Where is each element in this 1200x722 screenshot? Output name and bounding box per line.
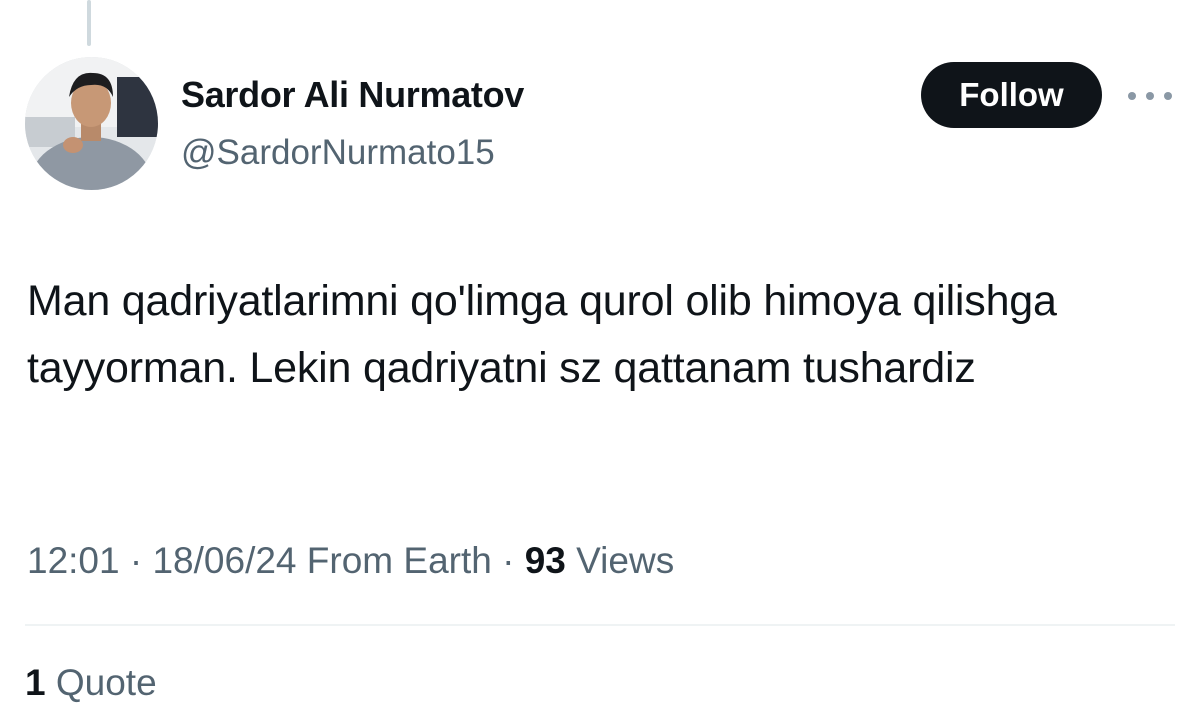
tweet-time[interactable]: 12:01 [27,540,120,581]
tweet-date[interactable]: 18/06/24 [152,540,296,581]
avatar[interactable] [25,57,158,190]
more-horizontal-icon[interactable] [1128,86,1172,106]
divider [25,624,1175,626]
avatar-photo [25,57,158,190]
tweet-text: Man qadriyatlarimni qo'limga qurol olib … [27,277,1057,392]
quote-count: 1 [25,662,46,703]
author-name[interactable]: Sardor Ali Nurmatov [181,74,524,116]
thread-connector-line [87,0,91,46]
more-dot [1146,92,1154,100]
quotes-link[interactable]: 1 Quote [25,662,157,704]
quote-label: Quote [55,662,157,703]
more-dot [1164,92,1172,100]
follow-button[interactable]: Follow [921,62,1102,128]
more-dot [1128,92,1136,100]
views-label: Views [576,540,675,581]
author-handle[interactable]: @SardorNurmato15 [181,133,495,173]
views-count: 93 [524,540,566,581]
tweet-source: From Earth [306,540,492,581]
meta-separator: · [129,540,143,581]
tweet-meta: 12:01 · 18/06/24 From Earth · 93 Views [27,540,674,582]
meta-separator: · [502,540,515,581]
